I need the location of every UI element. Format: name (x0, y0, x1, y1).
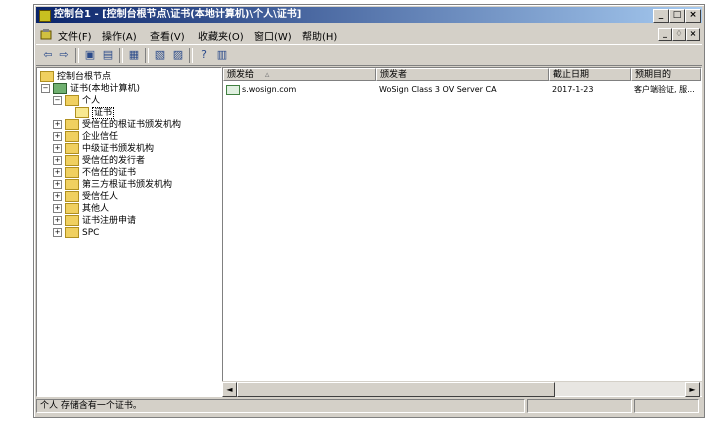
console-menu-icon[interactable] (40, 28, 52, 40)
close-button[interactable]: × (685, 9, 701, 23)
toolbar-separator (145, 48, 149, 63)
help-icon[interactable]: ? (196, 48, 212, 62)
properties-icon[interactable]: ▧ (152, 48, 168, 62)
expand-icon[interactable]: + (53, 132, 62, 141)
folder-icon (65, 167, 79, 178)
toolbar-separator (119, 48, 123, 63)
expand-icon[interactable]: + (53, 228, 62, 237)
tree-root[interactable]: 控制台根节点 (40, 71, 111, 82)
scroll-right-icon[interactable]: ► (685, 382, 700, 397)
menu-favorites[interactable]: 收藏夹(O) (198, 28, 244, 43)
expand-icon[interactable]: + (53, 120, 62, 129)
folder-icon (65, 143, 79, 154)
cell-issuer: WoSign Class 3 OV Server CA (379, 85, 497, 94)
cell-expiration: 2017-1-23 (552, 85, 594, 94)
menu-view[interactable]: 查看(V) (150, 28, 185, 43)
folder-icon (65, 119, 79, 130)
folder-icon (65, 179, 79, 190)
tree-node-certificates[interactable]: 证书 (75, 107, 115, 119)
tree-node-enrollment-requests[interactable]: + 证书注册申请 (53, 215, 136, 226)
sort-ascending-icon: ▵ (264, 70, 270, 80)
open-folder-icon (75, 107, 89, 118)
expand-icon[interactable]: + (53, 156, 62, 165)
column-header-issuer[interactable]: 颁发者 (376, 68, 549, 81)
column-header-purpose[interactable]: 预期目的 (631, 68, 701, 81)
window-title: 控制台1 - [控制台根节点\证书(本地计算机)\个人\证书] (54, 9, 302, 20)
certificate-list: 颁发给 ▵ 颁发者 截止日期 预期目的 s.wosign.com WoSign … (222, 67, 702, 397)
console-icon (39, 10, 51, 22)
folder-icon (65, 95, 79, 106)
tree-node-personal[interactable]: − 个人 (53, 95, 100, 106)
tree-node-spc[interactable]: + SPC (53, 227, 99, 238)
tree-node-trusted-people[interactable]: + 受信任人 (53, 191, 118, 202)
expand-icon[interactable]: + (53, 180, 62, 189)
tree-node-untrusted[interactable]: + 不信任的证书 (53, 167, 136, 178)
tree-node-other-people[interactable]: + 其他人 (53, 203, 109, 214)
tree-node-certificates-local[interactable]: − 证书(本地计算机) (41, 83, 140, 94)
column-header-expiration[interactable]: 截止日期 (549, 68, 631, 81)
tree-node-enterprise-trust[interactable]: + 企业信任 (53, 131, 118, 142)
status-text: 个人 存储含有一个证书。 (36, 399, 525, 413)
view-icon[interactable]: ▥ (214, 48, 230, 62)
export-icon[interactable]: ▨ (170, 48, 186, 62)
cell-purpose: 客户端验证, 服... (634, 85, 695, 94)
horizontal-scrollbar[interactable]: ◄ ► (222, 381, 702, 397)
title-bar[interactable]: 控制台1 - [控制台根节点\证书(本地计算机)\个人\证书] _ □ × (36, 7, 702, 23)
expand-icon[interactable]: + (53, 168, 62, 177)
folder-icon (40, 71, 54, 82)
tree-node-intermediate-ca[interactable]: + 中级证书颁发机构 (53, 143, 154, 154)
expand-icon[interactable]: + (53, 192, 62, 201)
status-bar: 个人 存储含有一个证书。 (36, 399, 702, 413)
toolbar-separator (75, 48, 79, 63)
folder-icon (65, 227, 79, 238)
menu-file[interactable]: 文件(F) (58, 28, 92, 43)
cell-issued-to: s.wosign.com (226, 84, 376, 95)
mdi-close-button[interactable]: × (686, 28, 700, 41)
folder-icon (65, 215, 79, 226)
show-tree-icon[interactable]: ▤ (100, 48, 116, 62)
toolbar: ⇦ ⇨ ▣ ▤ ▦ ▧ ▨ ? ▥ (36, 44, 702, 66)
collapse-icon[interactable]: − (53, 96, 62, 105)
column-header-issued-to[interactable]: 颁发给 ▵ (223, 68, 376, 81)
scroll-thumb[interactable] (237, 382, 555, 397)
expand-icon[interactable]: + (53, 144, 62, 153)
minimize-button[interactable]: _ (653, 9, 669, 23)
mdi-minimize-button[interactable]: _ (658, 28, 672, 41)
menu-action[interactable]: 操作(A) (102, 28, 137, 43)
mmc-window: 控制台1 - [控制台根节点\证书(本地计算机)\个人\证书] _ □ × 文件… (33, 4, 705, 418)
mdi-restore-button[interactable]: ♢ (672, 28, 686, 41)
toolbar-separator (189, 48, 193, 63)
tree-node-third-party-root[interactable]: + 第三方根证书颁发机构 (53, 179, 172, 190)
forward-icon[interactable]: ⇨ (56, 48, 72, 62)
tree-node-trusted-publishers[interactable]: + 受信任的发行者 (53, 155, 145, 166)
delete-icon[interactable]: ▦ (126, 48, 142, 62)
certificate-icon (226, 84, 240, 95)
menu-window[interactable]: 窗口(W) (254, 28, 292, 43)
cert-store-icon (53, 83, 67, 94)
menu-help[interactable]: 帮助(H) (302, 28, 337, 43)
folder-icon (65, 203, 79, 214)
tree-pane: 控制台根节点 − 证书(本地计算机) − 个人 证书 + 受信任的根证书颁发机构 + 企… (36, 67, 222, 397)
folder-icon (65, 155, 79, 166)
folder-icon (65, 131, 79, 142)
collapse-icon[interactable]: − (41, 84, 50, 93)
up-folder-icon[interactable]: ▣ (82, 48, 98, 62)
expand-icon[interactable]: + (53, 204, 62, 213)
back-icon[interactable]: ⇦ (40, 48, 56, 62)
maximize-button[interactable]: □ (669, 9, 685, 23)
folder-icon (65, 191, 79, 202)
status-panel-2 (527, 399, 632, 413)
menu-bar: 文件(F) 操作(A) 查看(V) 收藏夹(O) 窗口(W) 帮助(H) _ ♢… (36, 25, 702, 43)
expand-icon[interactable]: + (53, 216, 62, 225)
tree-node-trusted-root[interactable]: + 受信任的根证书颁发机构 (53, 119, 181, 130)
status-panel-3 (634, 399, 699, 413)
scroll-left-icon[interactable]: ◄ (222, 382, 237, 397)
